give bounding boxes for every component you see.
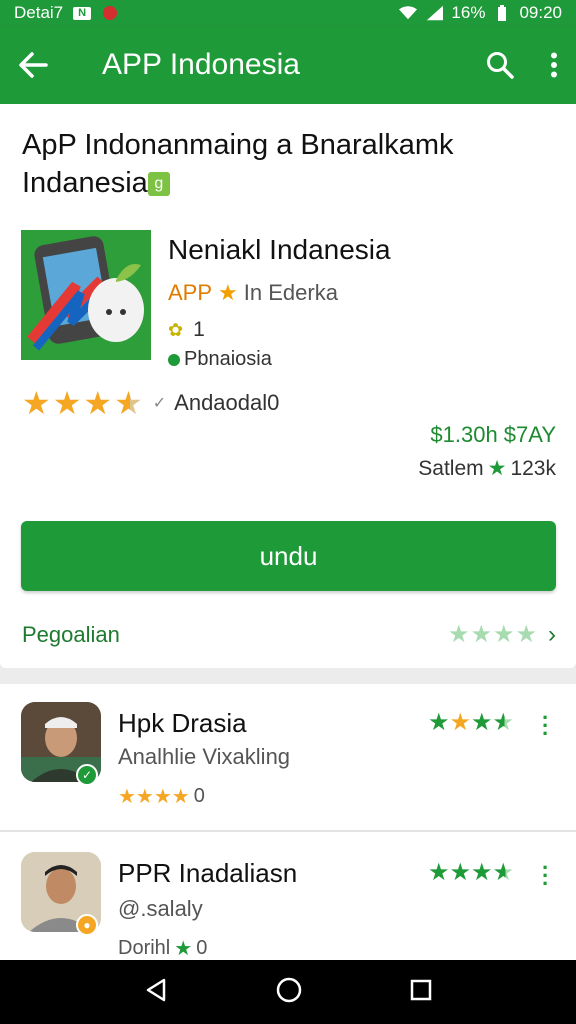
star-icon: ★ bbox=[83, 385, 113, 421]
item-rating: ★★★★ 0 bbox=[118, 784, 205, 809]
verified-badge-icon: ✓ bbox=[76, 764, 98, 786]
item-name: Hpk Drasia bbox=[118, 708, 247, 738]
rating-stars: ★ ★ ★ ★ ✓ Andaodal0 bbox=[22, 384, 279, 422]
star-half-icon: ★ bbox=[114, 385, 143, 421]
more-vert-icon[interactable]: · · · bbox=[542, 857, 549, 895]
status-time: 09:20 bbox=[519, 3, 562, 22]
battery-icon bbox=[493, 5, 511, 21]
signal-icon bbox=[425, 5, 444, 21]
battery-percent: 16% bbox=[451, 3, 486, 22]
count-value: 1 bbox=[193, 318, 205, 341]
price-label: $1.30h $7AY bbox=[430, 422, 556, 447]
star-icon: ★ bbox=[174, 938, 193, 960]
gear-badge-icon: ✿ bbox=[168, 319, 184, 340]
arrow-left-icon[interactable] bbox=[18, 52, 48, 78]
item-rating-stars: ★★★★ bbox=[428, 859, 515, 886]
more-details-row[interactable]: Pegoalian ★★★★ › bbox=[22, 620, 556, 649]
chevron-right-icon[interactable]: › bbox=[548, 621, 556, 649]
review-text: Andaodal0 bbox=[174, 390, 280, 415]
app-detail-card: ApP Indonanmaing a Bnaralkamk Indanesia g… bbox=[0, 104, 576, 668]
developer-name: Pbnaiosia bbox=[184, 348, 272, 370]
system-nav-bar bbox=[0, 960, 576, 1024]
app-logo-graphic bbox=[21, 230, 151, 360]
search-icon[interactable] bbox=[486, 51, 514, 79]
notification-dot-icon bbox=[101, 6, 119, 20]
headline-line1: ApP Indonanmaing a Bnaralkamk bbox=[22, 129, 454, 161]
status-left-text: Detai7 bbox=[14, 3, 64, 22]
page-title: ApP Indonanmaing a Bnaralkamk Indanesia g bbox=[22, 126, 552, 202]
list-item[interactable]: ✓ Hpk Drasia Analhlie Vixakling ★★★★ 0 ★… bbox=[0, 684, 576, 832]
faded-stars-icon: ★★★★ bbox=[447, 621, 538, 648]
count-row: ✿ 1 bbox=[168, 318, 205, 342]
headline-line2: Indanesia bbox=[22, 167, 148, 199]
n-icon: N bbox=[73, 6, 92, 20]
item-subtitle: @.salaly bbox=[118, 896, 203, 921]
sales-row: Satlem ★ 123k bbox=[418, 456, 556, 481]
recents-nav-icon[interactable] bbox=[409, 978, 433, 1007]
app-meta: APP ★ In Ederka bbox=[168, 280, 338, 306]
item-name: PPR Inadaliasn bbox=[118, 858, 298, 888]
badge-icon: ● bbox=[76, 914, 98, 936]
home-nav-icon[interactable] bbox=[275, 976, 303, 1009]
rating-value: 0 bbox=[193, 785, 205, 807]
item-rating: Dorihl ★ 0 bbox=[118, 936, 207, 961]
app-icon[interactable] bbox=[21, 230, 151, 360]
download-button[interactable]: undu bbox=[21, 521, 556, 591]
star-icon: ★ bbox=[52, 385, 82, 421]
sales-value: 123k bbox=[510, 456, 556, 480]
app-bar-title: APP Indonesia bbox=[102, 48, 300, 81]
brand-label: APP bbox=[168, 280, 213, 305]
tag-icon: g bbox=[147, 172, 170, 197]
check-icon: ✓ bbox=[152, 395, 167, 412]
rating-value: 0 bbox=[196, 937, 208, 959]
wifi-icon bbox=[399, 6, 418, 20]
more-vert-icon[interactable]: · · · bbox=[542, 707, 549, 745]
back-nav-icon[interactable] bbox=[143, 977, 169, 1008]
app-bar: APP Indonesia bbox=[0, 26, 576, 104]
star-icon: ★★★★ bbox=[118, 786, 190, 808]
list-item[interactable]: ● PPR Inadaliasn @.salaly Dorihl ★ 0 ★★★… bbox=[0, 832, 576, 978]
star-icon: ★ bbox=[218, 280, 238, 305]
status-bar: Detai7 N 16% 09:20 bbox=[0, 0, 576, 26]
item-rating-stars: ★★★★ bbox=[428, 709, 515, 736]
related-apps-list: ✓ Hpk Drasia Analhlie Vixakling ★★★★ 0 ★… bbox=[0, 684, 576, 960]
more-vert-icon[interactable] bbox=[550, 52, 558, 78]
star-icon: ★ bbox=[22, 385, 51, 421]
star-icon: ★ bbox=[487, 457, 507, 480]
app-name: Neniakl Indanesia bbox=[168, 234, 391, 265]
item-subtitle: Analhlie Vixakling bbox=[118, 744, 291, 769]
category-label: In Ederka bbox=[243, 280, 338, 305]
rating-label: Dorihl bbox=[118, 937, 171, 959]
more-details-label: Pegoalian bbox=[22, 621, 120, 647]
developer-row[interactable]: Pbnaiosia bbox=[168, 348, 272, 371]
sales-label: Satlem bbox=[418, 456, 484, 480]
verified-icon bbox=[168, 353, 180, 366]
